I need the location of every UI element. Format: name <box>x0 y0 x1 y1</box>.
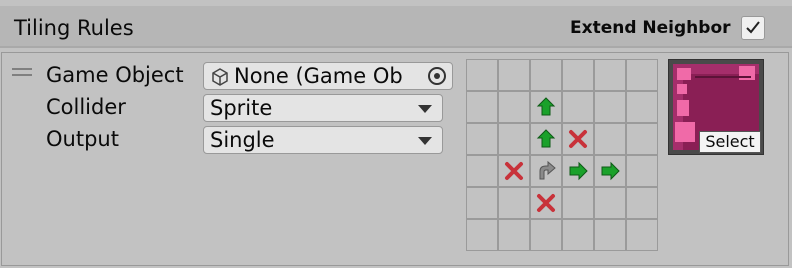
neighbor-cell[interactable] <box>626 155 658 187</box>
neighbor-cell[interactable] <box>498 123 530 155</box>
chevron-down-icon <box>418 137 432 145</box>
neighbor-cell[interactable] <box>562 59 594 91</box>
neighbor-cell[interactable] <box>530 59 562 91</box>
neighbor-cell[interactable] <box>626 59 658 91</box>
neighbor-cell[interactable] <box>594 59 626 91</box>
collider-label: Collider <box>46 95 126 119</box>
section-title: Tiling Rules <box>14 16 134 40</box>
neighbor-cell[interactable] <box>594 91 626 123</box>
neighbor-cell[interactable] <box>498 219 530 251</box>
neighbor-cell[interactable] <box>594 187 626 219</box>
game-object-label: Game Object <box>46 63 184 87</box>
extend-neighbor-checkbox[interactable] <box>741 16 765 40</box>
checkmark-icon <box>746 21 760 34</box>
chevron-down-icon <box>418 105 432 113</box>
neighbor-cell[interactable] <box>562 187 594 219</box>
drag-handle-icon[interactable] <box>12 68 32 78</box>
neighbor-cell[interactable] <box>466 187 498 219</box>
output-dropdown[interactable]: Single <box>203 126 443 154</box>
game-object-field[interactable]: None (Game Ob <box>203 62 453 90</box>
neighbor-cell[interactable] <box>466 91 498 123</box>
output-value: Single <box>210 128 275 152</box>
extend-neighbor-label: Extend Neighbor <box>570 18 731 38</box>
neighbor-cell[interactable] <box>530 155 562 187</box>
neighbor-cell[interactable] <box>626 219 658 251</box>
neighbor-rule-grid[interactable] <box>466 59 658 251</box>
game-object-value: None (Game Ob <box>234 64 403 88</box>
object-picker-icon[interactable] <box>428 67 446 85</box>
neighbor-cell[interactable] <box>594 219 626 251</box>
tiling-rules-header[interactable]: Tiling Rules Extend Neighbor <box>0 6 792 46</box>
cube-icon <box>212 68 228 86</box>
neighbor-cell[interactable] <box>626 91 658 123</box>
collider-dropdown[interactable]: Sprite <box>203 94 443 122</box>
neighbor-cell[interactable] <box>626 187 658 219</box>
neighbor-cell[interactable] <box>466 123 498 155</box>
neighbor-cell[interactable] <box>530 219 562 251</box>
neighbor-cell[interactable] <box>466 219 498 251</box>
neighbor-cell[interactable] <box>562 91 594 123</box>
neighbor-cell[interactable] <box>498 187 530 219</box>
neighbor-cell[interactable] <box>498 59 530 91</box>
neighbor-cell[interactable] <box>466 155 498 187</box>
neighbor-cell[interactable] <box>466 59 498 91</box>
neighbor-cell[interactable] <box>562 219 594 251</box>
neighbor-cell[interactable] <box>498 91 530 123</box>
tiling-rules-panel: Tiling Rules Extend Neighbor Game Object… <box>0 0 792 268</box>
header-divider <box>0 46 792 48</box>
select-sprite-button[interactable]: Select <box>699 131 761 153</box>
neighbor-cell[interactable] <box>594 123 626 155</box>
neighbor-cell[interactable] <box>626 123 658 155</box>
output-label: Output <box>46 127 119 151</box>
collider-value: Sprite <box>210 96 273 120</box>
